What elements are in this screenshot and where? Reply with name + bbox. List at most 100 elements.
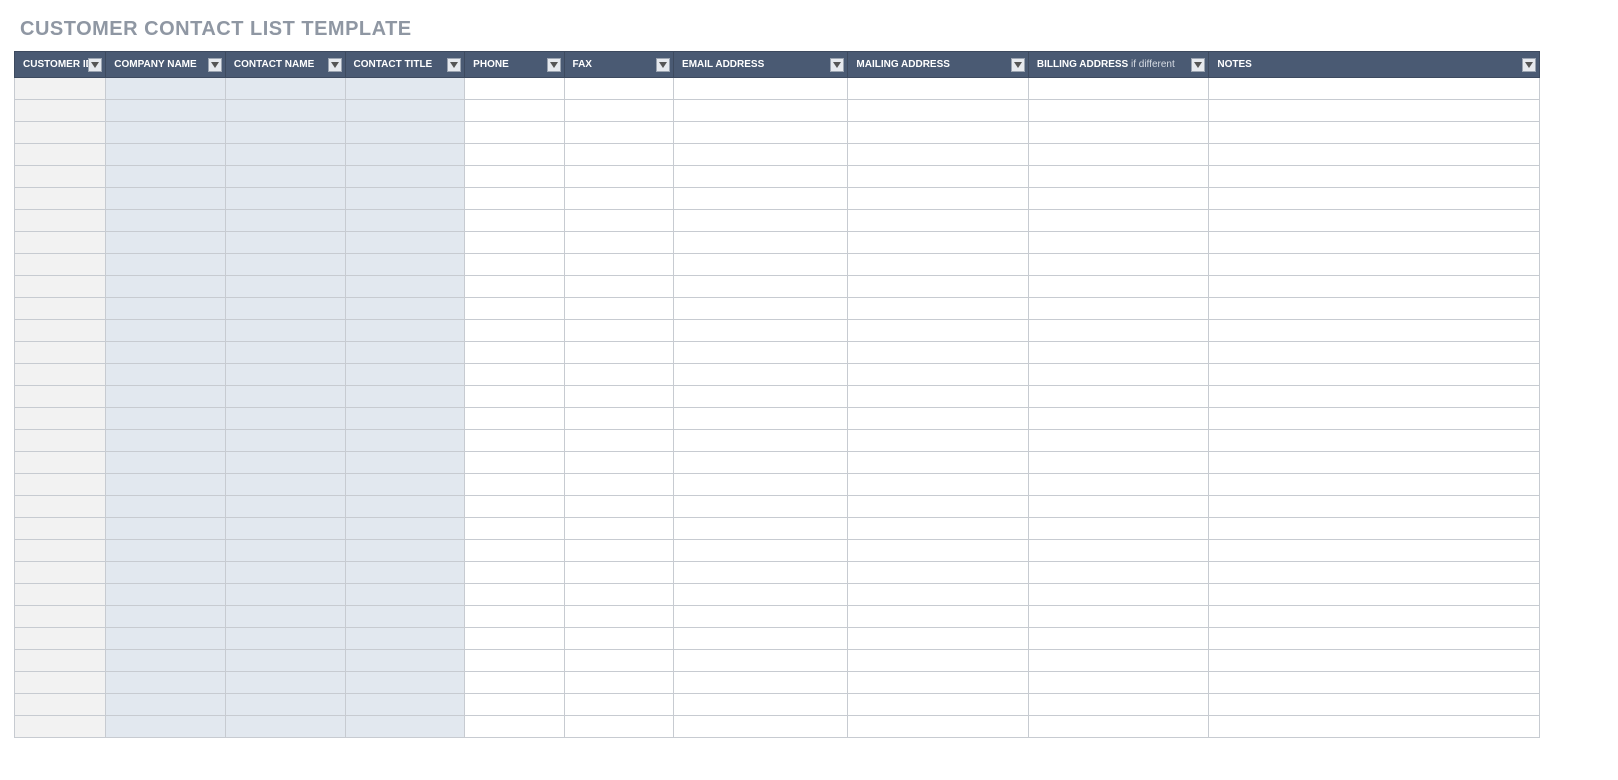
cell[interactable] (15, 628, 106, 650)
cell[interactable] (564, 232, 674, 254)
cell[interactable] (225, 584, 345, 606)
cell[interactable] (465, 232, 564, 254)
cell[interactable] (345, 122, 465, 144)
cell[interactable] (225, 122, 345, 144)
cell[interactable] (848, 430, 1028, 452)
cell[interactable] (345, 210, 465, 232)
cell[interactable] (465, 100, 564, 122)
cell[interactable] (1209, 320, 1540, 342)
cell[interactable] (848, 518, 1028, 540)
cell[interactable] (15, 474, 106, 496)
cell[interactable] (345, 584, 465, 606)
cell[interactable] (564, 342, 674, 364)
cell[interactable] (848, 496, 1028, 518)
cell[interactable] (106, 408, 226, 430)
cell[interactable] (106, 474, 226, 496)
cell[interactable] (465, 144, 564, 166)
cell[interactable] (345, 518, 465, 540)
cell[interactable] (345, 254, 465, 276)
cell[interactable] (1209, 540, 1540, 562)
cell[interactable] (674, 254, 848, 276)
cell[interactable] (1028, 232, 1208, 254)
cell[interactable] (15, 276, 106, 298)
cell[interactable] (674, 144, 848, 166)
cell[interactable] (465, 254, 564, 276)
cell[interactable] (106, 166, 226, 188)
cell[interactable] (106, 342, 226, 364)
cell[interactable] (1209, 694, 1540, 716)
cell[interactable] (1028, 496, 1208, 518)
filter-dropdown-icon[interactable] (447, 58, 461, 72)
cell[interactable] (1209, 672, 1540, 694)
cell[interactable] (465, 364, 564, 386)
cell[interactable] (848, 452, 1028, 474)
cell[interactable] (1028, 650, 1208, 672)
cell[interactable] (225, 100, 345, 122)
cell[interactable] (345, 78, 465, 100)
cell[interactable] (106, 650, 226, 672)
cell[interactable] (564, 320, 674, 342)
cell[interactable] (225, 474, 345, 496)
cell[interactable] (465, 408, 564, 430)
cell[interactable] (465, 694, 564, 716)
cell[interactable] (1028, 430, 1208, 452)
cell[interactable] (465, 672, 564, 694)
cell[interactable] (15, 298, 106, 320)
cell[interactable] (106, 144, 226, 166)
cell[interactable] (674, 694, 848, 716)
cell[interactable] (848, 584, 1028, 606)
cell[interactable] (15, 606, 106, 628)
cell[interactable] (848, 716, 1028, 738)
cell[interactable] (674, 606, 848, 628)
filter-dropdown-icon[interactable] (1522, 58, 1536, 72)
cell[interactable] (1028, 320, 1208, 342)
cell[interactable] (564, 122, 674, 144)
cell[interactable] (848, 122, 1028, 144)
cell[interactable] (1209, 496, 1540, 518)
cell[interactable] (1028, 166, 1208, 188)
cell[interactable] (564, 144, 674, 166)
cell[interactable] (15, 408, 106, 430)
cell[interactable] (15, 386, 106, 408)
cell[interactable] (106, 232, 226, 254)
cell[interactable] (848, 188, 1028, 210)
cell[interactable] (106, 452, 226, 474)
cell[interactable] (15, 562, 106, 584)
cell[interactable] (1028, 694, 1208, 716)
cell[interactable] (1028, 628, 1208, 650)
cell[interactable] (1209, 716, 1540, 738)
cell[interactable] (225, 78, 345, 100)
cell[interactable] (106, 716, 226, 738)
cell[interactable] (345, 144, 465, 166)
cell[interactable] (674, 430, 848, 452)
cell[interactable] (674, 364, 848, 386)
cell[interactable] (1028, 122, 1208, 144)
cell[interactable] (345, 166, 465, 188)
cell[interactable] (564, 628, 674, 650)
cell[interactable] (1209, 100, 1540, 122)
cell[interactable] (225, 298, 345, 320)
cell[interactable] (1209, 122, 1540, 144)
cell[interactable] (106, 562, 226, 584)
cell[interactable] (465, 518, 564, 540)
cell[interactable] (674, 100, 848, 122)
cell[interactable] (345, 276, 465, 298)
cell[interactable] (15, 672, 106, 694)
cell[interactable] (15, 122, 106, 144)
cell[interactable] (106, 320, 226, 342)
cell[interactable] (465, 78, 564, 100)
cell[interactable] (345, 716, 465, 738)
cell[interactable] (15, 320, 106, 342)
cell[interactable] (225, 540, 345, 562)
cell[interactable] (225, 386, 345, 408)
cell[interactable] (106, 188, 226, 210)
cell[interactable] (1028, 364, 1208, 386)
cell[interactable] (1028, 254, 1208, 276)
cell[interactable] (1209, 474, 1540, 496)
cell[interactable] (465, 474, 564, 496)
cell[interactable] (1028, 78, 1208, 100)
cell[interactable] (564, 100, 674, 122)
cell[interactable] (465, 628, 564, 650)
cell[interactable] (15, 650, 106, 672)
cell[interactable] (225, 188, 345, 210)
